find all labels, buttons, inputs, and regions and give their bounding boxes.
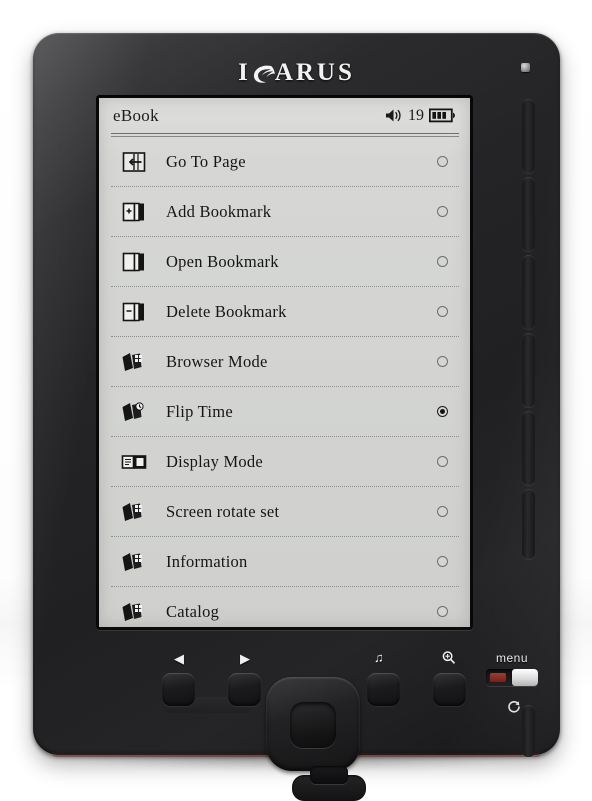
menu-item-radio[interactable] (425, 506, 459, 517)
music-note-icon: ♫ (374, 650, 384, 665)
menu-item-radio[interactable] (425, 206, 459, 217)
menu-item-radio[interactable] (425, 556, 459, 567)
triangle-right-icon: ▶ (240, 651, 250, 666)
menu-list: Go To Page Add Bookmark Open Bookmark De… (99, 137, 470, 627)
speaker-icon (385, 108, 403, 123)
brand-logo: I ARUS (33, 53, 560, 93)
status-area: 19 (385, 107, 458, 125)
battery-icon (428, 108, 458, 123)
side-key[interactable] (522, 255, 535, 329)
menu-item-flip-time[interactable]: Flip Time (111, 387, 459, 437)
menu-item-label: Add Bookmark (166, 201, 272, 221)
menu-item-label: Go To Page (166, 151, 246, 171)
menu-item-open-bookmark[interactable]: Open Bookmark (111, 237, 459, 287)
menu-item-browser-mode[interactable]: Browser Mode (111, 337, 459, 387)
brand-text: I ARUS (238, 59, 355, 87)
menu-item-label: Delete Bookmark (166, 301, 287, 321)
screen-rotate-icon (111, 501, 157, 523)
information-icon (111, 551, 157, 573)
side-key[interactable] (522, 177, 535, 251)
menu-item-radio[interactable] (425, 356, 459, 367)
next-page-button[interactable] (228, 673, 261, 706)
menu-item-radio[interactable] (425, 456, 459, 467)
side-key[interactable] (522, 705, 535, 757)
side-key[interactable] (522, 333, 535, 407)
brand-letters-arus: ARUS (274, 59, 355, 86)
flip-time-icon (111, 401, 157, 423)
switch-indicator (490, 673, 506, 682)
switch-knob[interactable] (512, 669, 538, 686)
screen-header: eBook 19 (99, 98, 470, 133)
menu-item-radio[interactable] (425, 306, 459, 317)
menu-item-label: Screen rotate set (166, 501, 280, 521)
status-led-icon (521, 63, 530, 72)
bottom-port-opening (310, 766, 348, 784)
menu-item-label: Catalog (166, 601, 220, 621)
side-key[interactable] (522, 99, 535, 173)
wing-icon (250, 60, 277, 87)
book-goto-page-icon (111, 151, 157, 173)
side-key[interactable] (522, 411, 535, 485)
menu-item-delete-bookmark[interactable]: Delete Bookmark (111, 287, 459, 337)
page-title: eBook (113, 105, 159, 125)
music-button[interactable] (367, 673, 400, 706)
browser-mode-icon (111, 351, 157, 373)
bottom-port-housing (292, 766, 366, 801)
menu-item-label: Flip Time (166, 401, 233, 421)
menu-item-catalog[interactable]: Catalog (111, 587, 459, 627)
volume-level: 19 (408, 106, 424, 124)
menu-item-screen-rotate-set[interactable]: Screen rotate set (111, 487, 459, 537)
menu-item-radio[interactable] (425, 156, 459, 167)
side-key-strip[interactable] (518, 99, 540, 559)
menu-item-information[interactable]: Information (111, 537, 459, 587)
catalog-icon (111, 601, 157, 623)
menu-item-radio[interactable] (425, 406, 459, 417)
triangle-left-icon: ◀ (174, 651, 184, 666)
book-open-bookmark-icon (111, 251, 157, 273)
menu-item-label: Browser Mode (166, 351, 268, 371)
eink-screen: eBook 19 Go To Page Add Bookmark Open Bo… (99, 98, 470, 627)
refresh-icon (506, 699, 522, 715)
book-delete-bookmark-icon (111, 301, 157, 323)
menu-item-label: Open Bookmark (166, 251, 279, 271)
book-add-bookmark-icon (111, 201, 157, 223)
menu-item-go-to-page[interactable]: Go To Page (111, 137, 459, 187)
menu-item-label: Information (166, 551, 248, 571)
menu-item-radio[interactable] (425, 256, 459, 267)
menu-item-display-mode[interactable]: Display Mode (111, 437, 459, 487)
dpad-center-button[interactable] (290, 702, 336, 748)
side-key[interactable] (522, 489, 535, 559)
menu-item-label: Display Mode (166, 451, 263, 471)
magnifier-icon (441, 650, 456, 668)
ereader-device: I ARUS eBook 19 Go To Page Add Bookmark … (33, 33, 560, 801)
dpad-button[interactable] (266, 677, 360, 771)
menu-switch-label: menu (495, 651, 529, 665)
zoom-button[interactable] (433, 673, 466, 706)
menu-power-switch[interactable] (486, 669, 538, 686)
display-mode-icon (111, 452, 157, 472)
prev-page-button[interactable] (162, 673, 195, 706)
menu-item-add-bookmark[interactable]: Add Bookmark (111, 187, 459, 237)
menu-item-radio[interactable] (425, 606, 459, 617)
